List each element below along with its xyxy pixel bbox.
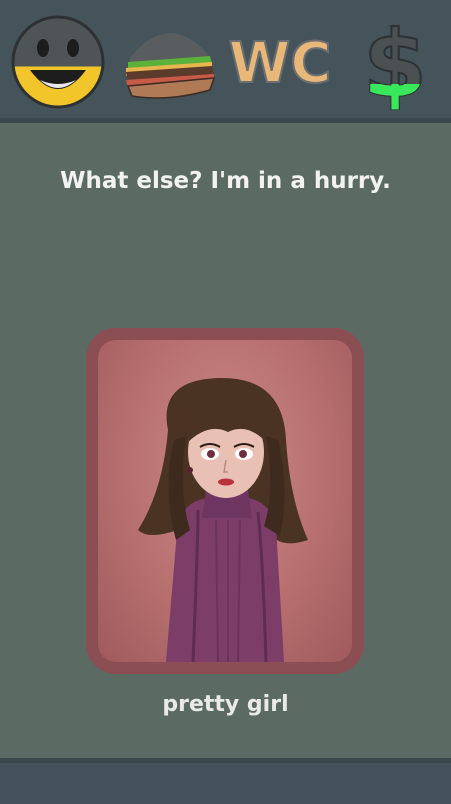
toilet-meter: WC xyxy=(228,10,332,110)
mood-meter xyxy=(10,10,106,110)
girl-portrait-illustration xyxy=(98,340,352,662)
hunger-meter xyxy=(120,10,216,110)
wc-icon: WC xyxy=(228,30,332,97)
burger-icon xyxy=(126,32,216,99)
wc-label: WC xyxy=(229,31,332,96)
status-bar: WC $ $ xyxy=(0,0,451,123)
girl-portrait xyxy=(138,377,308,662)
bottom-bar xyxy=(0,758,451,804)
smiley-face-icon xyxy=(11,15,105,109)
card-label: pretty girl xyxy=(162,692,289,717)
dollar-icon: $ $ xyxy=(362,10,428,110)
money-meter: $ $ xyxy=(352,10,438,110)
dialog-prompt: What else? I'm in a hurry. xyxy=(60,168,391,194)
choice-card[interactable] xyxy=(86,328,364,674)
